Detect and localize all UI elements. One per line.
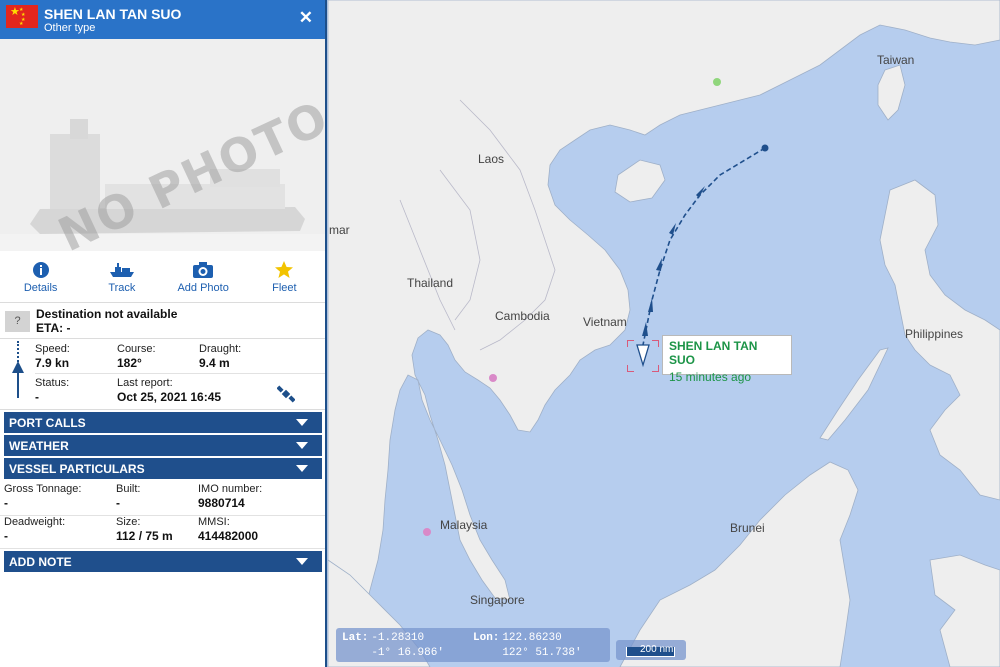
draught-label: Draught: [199, 343, 242, 355]
add-note-label: ADD NOTE [9, 554, 72, 569]
vessel-name: SHEN LAN TAN SUO [44, 6, 182, 22]
gross-tonnage-value: - [4, 496, 8, 510]
lat-decimal: -1.28310 [371, 631, 425, 644]
course-value: 182° [117, 356, 142, 370]
flag-china-icon: ★ ★ ★ ★ ★ [6, 5, 38, 28]
map-label-mar: mar [329, 223, 350, 237]
destination-row: ? Destination not available ETA: - [0, 303, 325, 339]
vessel-photo-placeholder: NO PHOTO [0, 39, 325, 251]
vessel-type: Other type [44, 22, 96, 34]
size-value: 112 / 75 m [116, 529, 173, 543]
close-panel-button[interactable]: ✕ [299, 8, 313, 28]
voyage-info: Speed: 7.9 kn Course: 182° Draught: 9.4 m S… [0, 339, 325, 410]
lon-dms: 122° 51.738′ [502, 646, 582, 659]
chevron-down-icon [296, 419, 308, 426]
camera-icon [192, 260, 214, 280]
vessel-popup[interactable]: SHEN LAN TAN SUO 15 minutes ago [662, 335, 792, 384]
chevron-down-icon [296, 558, 308, 565]
chevron-down-icon [296, 465, 308, 472]
built-label: Built: [116, 483, 141, 495]
app-root: Taiwan Laos Thailand Cambodia Vietnam Ph… [0, 0, 1000, 667]
action-bar: Details Track Add Photo Fleet [0, 251, 325, 303]
map-label-malaysia: Malaysia [440, 518, 488, 532]
map-scale: 200 nm [616, 640, 686, 660]
selected-vessel-target[interactable] [627, 340, 659, 372]
track-button[interactable]: Track [81, 251, 162, 302]
eta-text: ETA: - [36, 321, 71, 335]
port-calls-label: PORT CALLS [9, 415, 86, 430]
mmsi-label: MMSI: [198, 516, 230, 528]
built-value: - [116, 496, 120, 510]
panel-header: ★ ★ ★ ★ ★ SHEN LAN TAN SUO Other type ✕ [0, 0, 325, 39]
speed-value: 7.9 kn [35, 356, 70, 370]
draught-value: 9.4 m [199, 356, 230, 370]
track-label: Track [108, 281, 136, 294]
add-photo-label: Add Photo [177, 281, 229, 294]
map-scale-label: 200 nm [640, 644, 674, 655]
ship-icon [109, 260, 135, 280]
lon-decimal: 122.86230 [502, 631, 562, 644]
imo-value: 9880714 [198, 496, 245, 510]
lat-dms: -1° 16.986′ [371, 646, 444, 659]
speed-label: Speed: [35, 343, 70, 355]
satellite-icon[interactable] [276, 377, 307, 406]
mmsi-value: 414482000 [198, 529, 259, 543]
status-label: Status: [35, 377, 70, 389]
lon-label: Lon: [473, 631, 500, 644]
map-label-singapore: Singapore [470, 593, 525, 607]
vessel-particulars-section[interactable]: VESSEL PARTICULARS [4, 458, 322, 479]
add-note-section[interactable]: ADD NOTE [4, 551, 322, 572]
map-label-cambodia: Cambodia [495, 309, 550, 323]
star-icon [274, 260, 294, 280]
destination-text: Destination not available [36, 307, 178, 321]
chevron-down-icon [296, 442, 308, 449]
fleet-button[interactable]: Fleet [244, 251, 325, 302]
question-icon: ? [5, 311, 30, 332]
port-calls-section[interactable]: PORT CALLS [4, 412, 322, 433]
deadweight-label: Deadweight: [4, 516, 66, 528]
info-icon [32, 260, 50, 280]
deadweight-value: - [4, 529, 8, 543]
size-label: Size: [116, 516, 141, 528]
popup-vessel-name: SHEN LAN TAN SUO [669, 339, 758, 367]
map-label-laos: Laos [478, 152, 505, 166]
lat-label: Lat: [342, 631, 369, 644]
course-label: Course: [117, 343, 156, 355]
popup-last-seen: 15 minutes ago [669, 370, 752, 384]
last-report-value: Oct 25, 2021 16:45 [117, 390, 222, 404]
map-label-vietnam: Vietnam [583, 315, 627, 329]
vessel-info-panel: ★ ★ ★ ★ ★ SHEN LAN TAN SUO Other type ✕ [0, 0, 327, 667]
map-label-thailand: Thailand [407, 276, 454, 290]
add-photo-button[interactable]: Add Photo [163, 251, 244, 302]
weather-label: WEATHER [9, 438, 69, 453]
weather-section[interactable]: WEATHER [4, 435, 322, 456]
fleet-label: Fleet [272, 281, 297, 294]
heading-arrow-icon [12, 361, 24, 398]
map-label-taiwan: Taiwan [877, 53, 915, 67]
map-label-philippines: Philippines [905, 327, 964, 341]
vessel-particulars-table: Gross Tonnage: - Built: - IMO number: 98807… [0, 483, 325, 549]
imo-label: IMO number: [198, 483, 263, 495]
map-label-brunei: Brunei [730, 521, 765, 535]
coordinates-readout: Lat: -1.28310 Lon: 122.86230 -1° 16.986′… [336, 628, 610, 662]
gross-tonnage-label: Gross Tonnage: [4, 483, 82, 495]
vessel-particulars-label: VESSEL PARTICULARS [9, 461, 145, 476]
details-button[interactable]: Details [0, 251, 81, 302]
details-label: Details [23, 281, 58, 294]
status-value: - [35, 390, 39, 404]
last-report-label: Last report: [117, 377, 173, 389]
